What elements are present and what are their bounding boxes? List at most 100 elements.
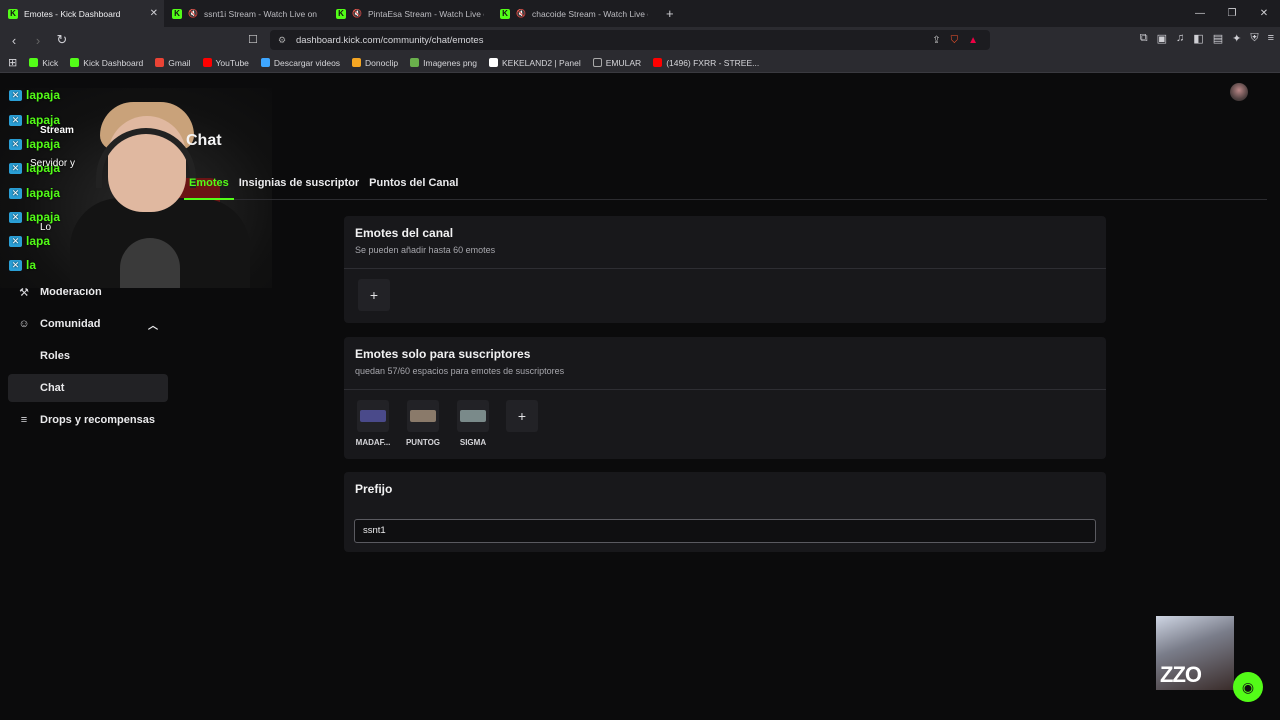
bookmarks-bar: ⊞ Kick Kick Dashboard Gmail YouTube Desc…: [0, 53, 1280, 73]
chat-badge-icon: ✕: [9, 187, 22, 199]
window-controls: — ❐ ✕: [1184, 0, 1280, 27]
bookmark-kick[interactable]: Kick: [29, 58, 58, 68]
sidebar-item-roles[interactable]: Roles: [8, 342, 168, 370]
emote-image: [457, 400, 489, 432]
drops-icon: ≡: [20, 414, 28, 426]
apps-icon[interactable]: ⊞: [8, 56, 17, 69]
emote-sigma[interactable]: SIGMA: [449, 400, 497, 447]
extensions-icon[interactable]: ⧉: [1140, 32, 1148, 45]
extensions-area: ⧉ ▣ ♫ ◧ ▤ ✦ ⛨ ≡: [1140, 32, 1274, 45]
card-subtitle: Se pueden añadir hasta 60 emotes: [355, 245, 496, 255]
brave-shield-icon[interactable]: ⛉: [951, 35, 959, 46]
tab-title: PintaEsa Stream - Watch Live on: [367, 8, 484, 19]
forward-icon[interactable]: ›: [28, 33, 48, 48]
tab-puntos[interactable]: Puntos del Canal: [364, 173, 463, 200]
tab-ssnt1i-stream[interactable]: K 🔇 ssnt1i Stream - Watch Live on Ki: [164, 0, 328, 27]
vpn-icon[interactable]: ⛨: [1250, 32, 1258, 45]
leo-ai-icon[interactable]: ✦: [1232, 32, 1241, 45]
tab-emotes-dashboard[interactable]: K Emotes - Kick Dashboard ✕: [0, 0, 164, 27]
card-header: Emotes solo para suscriptores quedan 57/…: [344, 337, 1106, 390]
prefix-input[interactable]: ssnt1: [354, 519, 1096, 543]
emote-name: SIGMA: [459, 438, 487, 447]
sidebar-item-label: Roles: [40, 350, 70, 362]
card-title: Emotes del canal: [355, 226, 454, 240]
bookmark-kick-dashboard[interactable]: Kick Dashboard: [70, 58, 143, 68]
new-tab-button[interactable]: +: [656, 6, 684, 21]
close-window-icon[interactable]: ✕: [1248, 0, 1280, 27]
cam-label: ZZO: [1160, 662, 1202, 687]
chat-overlay-line: ✕ lapa: [9, 234, 50, 248]
subscriber-emotes-card: Emotes solo para suscriptores quedan 57/…: [344, 337, 1106, 459]
url-field[interactable]: ⚙ dashboard.kick.com/community/chat/emot…: [270, 30, 990, 50]
muted-icon[interactable]: 🔇: [188, 9, 198, 18]
address-bar-row: ‹ › ↻ ☐ ⚙ dashboard.kick.com/community/c…: [0, 27, 1280, 53]
muted-icon[interactable]: 🔇: [516, 9, 526, 18]
reload-icon[interactable]: ↻: [52, 32, 72, 48]
sidebar-item-chat[interactable]: Chat: [8, 374, 168, 402]
bookmark-icon[interactable]: ☐: [248, 33, 258, 46]
tab-insignias[interactable]: Insignias de suscriptor: [234, 173, 364, 200]
chat-overlay-line: ✕ lapaja: [9, 88, 60, 102]
wallet-icon[interactable]: ▤: [1213, 32, 1223, 45]
bookmark-imagenes-png[interactable]: Imagenes png: [410, 58, 477, 68]
back-icon[interactable]: ‹: [4, 33, 24, 48]
chat-badge-icon: ✕: [9, 211, 22, 223]
bookmark-gmail[interactable]: Gmail: [155, 58, 191, 68]
close-tab-icon[interactable]: ✕: [150, 8, 158, 19]
bookmark-fxrr[interactable]: (1496) FXRR - STREE...: [653, 58, 759, 68]
bookmark-descargar-videos[interactable]: Descargar videos: [260, 58, 340, 68]
chat-tabs: Emotes Insignias de suscriptor Puntos de…: [184, 173, 1267, 200]
emote-puntog[interactable]: PUNTOG: [399, 400, 447, 447]
tab-chacoide-stream[interactable]: K 🔇 chacoide Stream - Watch Live on: [492, 0, 656, 27]
dashboard-page: ⚒ Moderación ☺ Comunidad ︿ Roles Chat ≡ …: [0, 74, 1280, 720]
card-subtitle: quedan 57/60 espacios para emotes de sus…: [355, 366, 565, 376]
browser-tab-bar: K Emotes - Kick Dashboard ✕ K 🔇 ssnt1i S…: [0, 0, 1280, 27]
site-settings-icon[interactable]: ⚙: [278, 35, 286, 46]
help-chat-button[interactable]: ◉: [1233, 672, 1263, 702]
prefix-card: Prefijo ssnt1: [344, 472, 1106, 552]
sidebar-toggle-icon[interactable]: ◧: [1193, 32, 1203, 45]
channel-emotes-card: Emotes del canal Se pueden añadir hasta …: [344, 216, 1106, 323]
card-title: Emotes solo para suscriptores: [355, 347, 531, 361]
tab-emotes[interactable]: Emotes: [184, 173, 234, 200]
users-icon: ☺: [18, 318, 30, 330]
brave-rewards-icon[interactable]: ▲: [968, 35, 978, 46]
bookmark-folder-emular[interactable]: EMULAR: [592, 58, 641, 68]
avatar[interactable]: [1230, 83, 1248, 101]
kick-logo-icon: K: [8, 8, 18, 19]
bookmark-kekeland2[interactable]: KEKELAND2 | Panel: [489, 58, 581, 68]
sidebar-item-partial: Lo: [40, 222, 52, 233]
restore-icon[interactable]: ❐: [1216, 0, 1248, 27]
add-channel-emote-button[interactable]: +: [358, 279, 390, 311]
kick-logo-icon: K: [500, 8, 510, 19]
menu-icon[interactable]: ≡: [1268, 32, 1274, 45]
chat-badge-icon: ✕: [9, 114, 22, 126]
sidebar-item-servidor-partial: Servidor y: [30, 158, 76, 169]
chat-badge-icon: ✕: [9, 138, 22, 150]
card-header: Emotes del canal Se pueden añadir hasta …: [344, 216, 1106, 269]
minimize-icon[interactable]: —: [1184, 0, 1216, 27]
page-title: Chat: [186, 132, 222, 149]
sidebar-item-label: Drops y recompensas: [40, 414, 155, 426]
chat-overlay-line: ✕ lapaja: [9, 137, 60, 151]
chat-overlay-line: ✕ lapaja: [9, 210, 60, 224]
share-icon[interactable]: ⇪: [932, 35, 940, 46]
emote-name: PUNTOG: [405, 438, 441, 447]
music-icon[interactable]: ♫: [1176, 32, 1184, 45]
tab-title: Emotes - Kick Dashboard: [24, 8, 121, 19]
bookmark-donoclip[interactable]: Donoclip: [352, 58, 398, 68]
chat-overlay-line: ✕ la: [9, 258, 36, 272]
sidebar-item-drops[interactable]: ≡ Drops y recompensas: [8, 406, 168, 434]
emote-image: [357, 400, 389, 432]
chat-badge-icon: ✕: [9, 89, 22, 101]
bookmark-youtube[interactable]: YouTube: [202, 58, 249, 68]
muted-icon[interactable]: 🔇: [352, 9, 362, 18]
kick-logo-icon: K: [172, 8, 182, 19]
add-subscriber-emote-button[interactable]: +: [506, 400, 538, 432]
emote-image: [407, 400, 439, 432]
tab-pintaesa-stream[interactable]: K 🔇 PintaEsa Stream - Watch Live on: [328, 0, 492, 27]
sidebar-item-comunidad[interactable]: ☺ Comunidad ︿: [8, 310, 168, 338]
emote-madaf[interactable]: MADAF...: [349, 400, 397, 447]
chat-badge-icon: ✕: [9, 162, 22, 174]
screenshot-icon[interactable]: ▣: [1157, 32, 1167, 45]
